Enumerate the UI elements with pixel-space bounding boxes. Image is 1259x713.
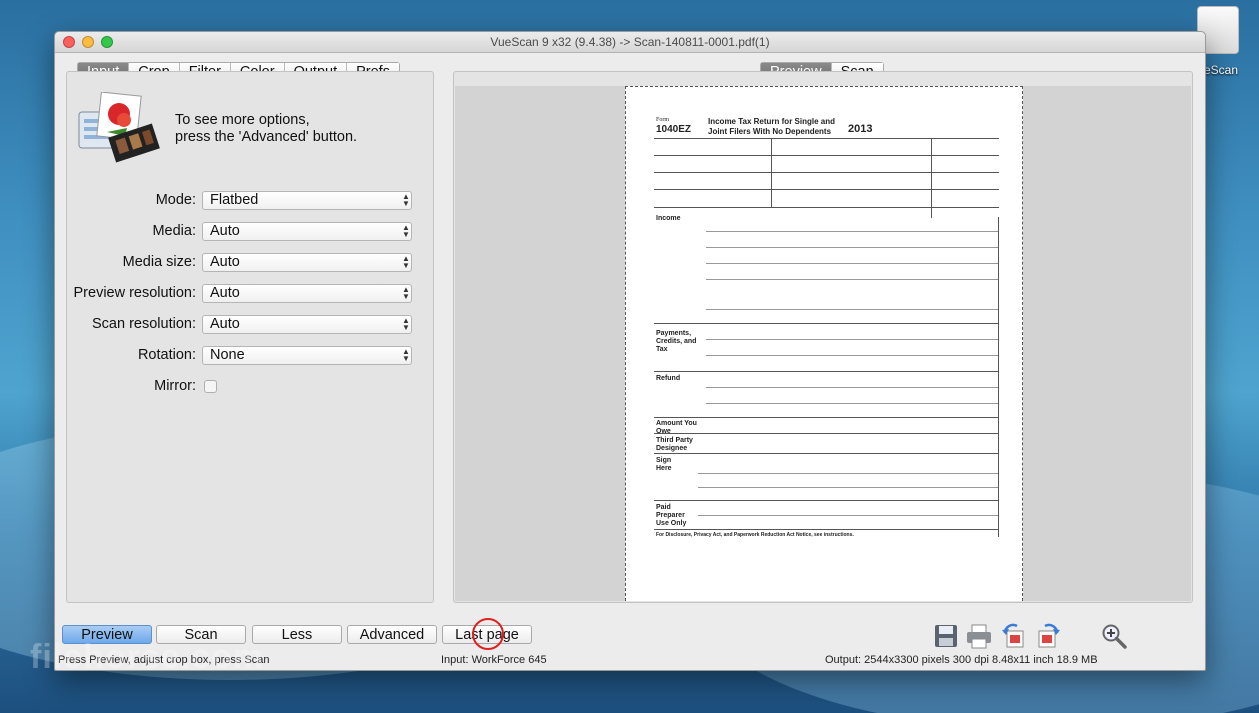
doc-form-tag: Form xyxy=(656,117,670,123)
doc-rule xyxy=(706,279,998,280)
rotation-select[interactable]: None ▲ ▼ xyxy=(202,345,412,365)
doc-rule xyxy=(654,453,999,454)
desktop-icon-label[interactable]: eScan xyxy=(1204,63,1238,77)
select-arrows-icon: ▲ ▼ xyxy=(402,223,410,239)
doc-rule xyxy=(998,217,999,537)
media-size-value: Auto xyxy=(210,253,240,270)
rotation-row: Rotation: None ▲ ▼ xyxy=(67,344,435,366)
doc-rule xyxy=(654,371,999,372)
select-arrows-icon: ▲ ▼ xyxy=(402,285,410,301)
mode-select[interactable]: Flatbed ▲ ▼ xyxy=(202,190,412,210)
media-size-label: Media size: xyxy=(122,254,196,270)
doc-year: 2013 xyxy=(848,123,873,135)
hint-line-1: To see more options, xyxy=(175,112,310,128)
mirror-label: Mirror: xyxy=(154,378,196,394)
mode-row: Mode: Flatbed ▲ ▼ xyxy=(67,189,435,211)
scan-resolution-row: Scan resolution: Auto ▲ ▼ xyxy=(67,313,435,335)
select-arrows-icon: ▲ ▼ xyxy=(402,254,410,270)
doc-section-third-party: Third Party Designee xyxy=(656,437,693,452)
hint-line-2: press the 'Advanced' button. xyxy=(175,129,358,145)
zoom-in-icon[interactable] xyxy=(1101,623,1127,649)
doc-rule xyxy=(706,403,998,404)
advanced-hint: To see more options, press the 'Advanced… xyxy=(175,112,357,146)
close-window-icon[interactable] xyxy=(63,36,75,48)
mode-value: Flatbed xyxy=(210,191,259,208)
media-label: Media: xyxy=(152,223,196,239)
mirror-checkbox[interactable] xyxy=(204,379,217,393)
doc-rule xyxy=(654,323,999,324)
doc-rule xyxy=(654,207,999,208)
doc-section-payments: Payments, Credits, and Tax xyxy=(656,330,697,353)
doc-section-sign-here: Sign Here xyxy=(656,457,672,472)
doc-rule xyxy=(698,515,998,516)
mode-label: Mode: xyxy=(155,192,196,208)
doc-section-income: Income xyxy=(656,215,681,222)
doc-rule xyxy=(706,247,998,248)
save-icon[interactable] xyxy=(933,623,959,649)
doc-rule xyxy=(706,355,998,356)
doc-form-number: 1040EZ xyxy=(656,124,692,135)
select-arrows-icon: ▲ ▼ xyxy=(402,192,410,208)
less-button[interactable]: Less xyxy=(252,625,342,644)
doc-section-paid-preparer: Paid Preparer Use Only xyxy=(656,504,687,527)
doc-rule xyxy=(654,138,999,139)
input-settings-panel: To see more options, press the 'Advanced… xyxy=(66,71,434,603)
rotate-left-icon[interactable] xyxy=(1001,623,1027,649)
doc-rule xyxy=(654,155,999,156)
media-value: Auto xyxy=(210,222,240,239)
doc-rule xyxy=(654,433,999,434)
minimize-window-icon[interactable] xyxy=(82,36,94,48)
title-bar[interactable]: VueScan 9 x32 (9.4.38) -> Scan-140811-00… xyxy=(55,32,1205,53)
doc-rule xyxy=(654,189,999,190)
rotate-right-icon[interactable] xyxy=(1035,623,1061,649)
doc-rule xyxy=(931,138,932,218)
media-size-row: Media size: Auto ▲ ▼ xyxy=(67,251,435,273)
doc-title-line-2: Joint Filers With No Dependents xyxy=(708,127,832,136)
doc-rule xyxy=(654,529,999,530)
print-icon[interactable] xyxy=(966,623,992,649)
scan-resolution-select[interactable]: Auto ▲ ▼ xyxy=(202,314,412,334)
preview-area[interactable]: Form 1040EZ Income Tax Return for Single… xyxy=(455,86,1191,601)
zoom-window-icon[interactable] xyxy=(101,36,113,48)
doc-rule xyxy=(654,417,999,418)
doc-section-refund: Refund xyxy=(656,375,681,382)
doc-rule xyxy=(706,387,998,388)
doc-rule xyxy=(706,339,998,340)
doc-rule xyxy=(706,309,998,310)
preview-resolution-label: Preview resolution: xyxy=(73,285,197,301)
preview-panel: Form 1040EZ Income Tax Return for Single… xyxy=(453,71,1193,603)
media-row: Media: Auto ▲ ▼ xyxy=(67,220,435,242)
preview-resolution-value: Auto xyxy=(210,284,240,301)
preview-resolution-row: Preview resolution: Auto ▲ ▼ xyxy=(67,282,435,304)
mirror-row: Mirror: xyxy=(67,375,435,397)
doc-rule xyxy=(654,172,999,173)
doc-rule xyxy=(698,487,998,488)
scanner-photo-icon xyxy=(78,92,160,163)
select-arrows-icon: ▲ ▼ xyxy=(402,316,410,332)
doc-rule xyxy=(706,231,998,232)
preview-resolution-select[interactable]: Auto ▲ ▼ xyxy=(202,283,412,303)
status-output-info: Output: 2544x3300 pixels 300 dpi 8.48x11… xyxy=(825,654,1098,666)
advanced-button[interactable]: Advanced xyxy=(347,625,437,644)
doc-rule xyxy=(706,263,998,264)
vuescan-window: VueScan 9 x32 (9.4.38) -> Scan-140811-00… xyxy=(54,31,1206,671)
click-indicator xyxy=(472,618,504,650)
scan-resolution-value: Auto xyxy=(210,315,240,332)
select-arrows-icon: ▲ ▼ xyxy=(402,347,410,363)
rotation-value: None xyxy=(210,346,245,363)
rotation-label: Rotation: xyxy=(137,347,196,363)
status-input-device: Input: WorkForce 645 xyxy=(441,654,547,666)
window-title: VueScan 9 x32 (9.4.38) -> Scan-140811-00… xyxy=(490,35,770,49)
doc-rule xyxy=(771,138,772,207)
doc-footer: For Disclosure, Privacy Act, and Paperwo… xyxy=(656,532,854,538)
doc-rule xyxy=(698,473,998,474)
watermark: filehorse.com xyxy=(30,638,265,676)
scan-resolution-label: Scan resolution: xyxy=(92,316,196,332)
doc-title-line-1: Income Tax Return for Single and xyxy=(708,117,835,126)
media-select[interactable]: Auto ▲ ▼ xyxy=(202,221,412,241)
doc-rule xyxy=(654,500,999,501)
scanned-document-preview[interactable]: Form 1040EZ Income Tax Return for Single… xyxy=(625,86,1023,601)
media-size-select[interactable]: Auto ▲ ▼ xyxy=(202,252,412,272)
